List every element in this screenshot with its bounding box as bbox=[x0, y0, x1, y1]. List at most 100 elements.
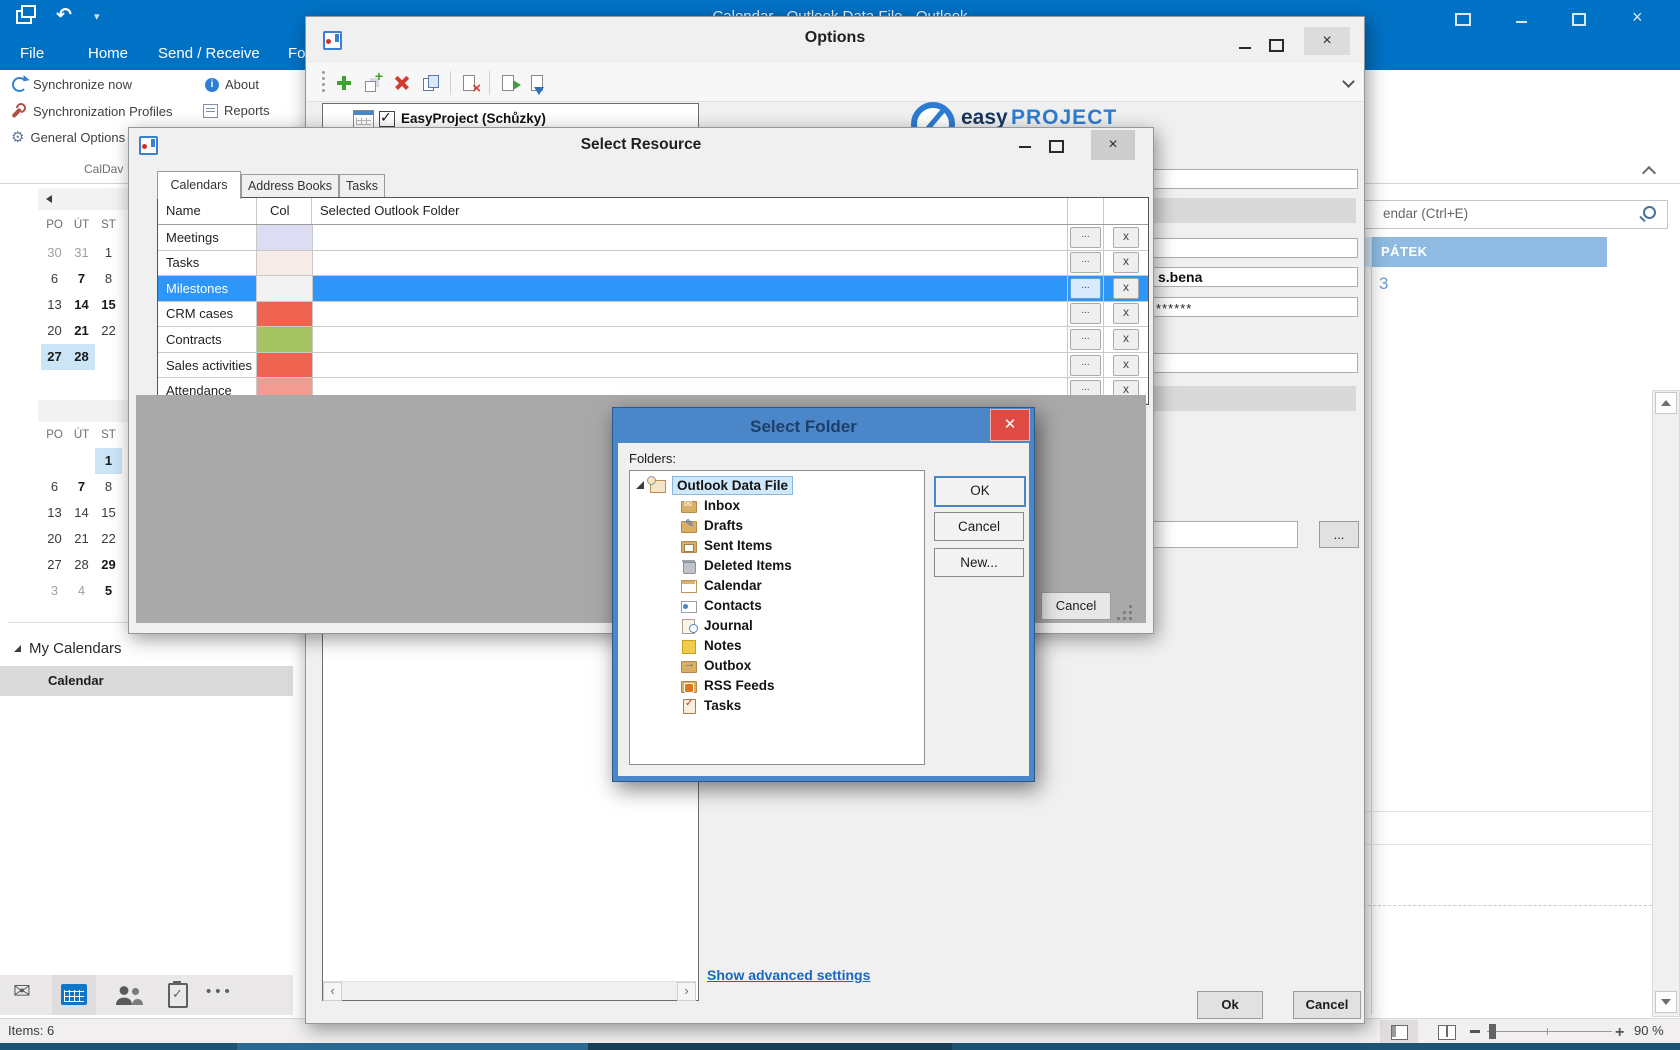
ok-button[interactable]: Ok bbox=[1197, 991, 1263, 1019]
calendar-scrollbar[interactable] bbox=[1652, 390, 1680, 1017]
resource-folder-cell[interactable] bbox=[313, 327, 1068, 352]
cancel-button[interactable]: Cancel bbox=[934, 512, 1024, 541]
calendar-day[interactable]: 21 bbox=[68, 318, 95, 344]
close-icon[interactable]: ✕ bbox=[990, 409, 1030, 441]
tree-item[interactable]: Contacts bbox=[630, 595, 924, 615]
calendar-day[interactable] bbox=[95, 344, 122, 370]
advanced-settings-link[interactable]: Show advanced settings bbox=[707, 967, 870, 983]
calendar-day[interactable]: 21 bbox=[68, 526, 95, 552]
zoom-out-icon[interactable] bbox=[1470, 1030, 1480, 1033]
calendar-day[interactable]: 8 bbox=[95, 474, 122, 500]
zoom-slider-track[interactable] bbox=[1487, 1031, 1612, 1032]
calendar-day[interactable]: 4 bbox=[68, 578, 95, 604]
calendar-day[interactable]: 28 bbox=[68, 552, 95, 578]
tree-item[interactable]: Tasks bbox=[630, 695, 924, 715]
scroll-left-button[interactable]: ‹ bbox=[323, 982, 342, 1001]
add-multiple-icon[interactable] bbox=[363, 73, 383, 93]
prev-month-icon[interactable] bbox=[46, 195, 52, 203]
calendar-day[interactable]: 7 bbox=[68, 266, 95, 292]
new-button[interactable]: New... bbox=[934, 548, 1024, 577]
browse-button[interactable]: ... bbox=[1070, 303, 1101, 324]
synchronize-now-button[interactable]: Synchronize now bbox=[12, 77, 132, 92]
tab-home[interactable]: Home bbox=[88, 37, 128, 70]
tree-item-root[interactable]: Outlook Data File bbox=[630, 475, 924, 495]
calendar-day[interactable]: 1 bbox=[95, 240, 122, 266]
scroll-right-button[interactable]: › bbox=[677, 982, 696, 1001]
tab-tasks[interactable]: Tasks bbox=[339, 174, 385, 199]
normal-view-tile[interactable] bbox=[1380, 1020, 1418, 1044]
resource-color-cell[interactable] bbox=[257, 251, 313, 276]
calendar-day[interactable]: 28 bbox=[68, 344, 95, 370]
tree-item[interactable]: Journal bbox=[630, 615, 924, 635]
about-button[interactable]: i About bbox=[205, 77, 259, 92]
resource-folder-cell[interactable] bbox=[313, 251, 1068, 276]
resource-row[interactable]: Tasks...x bbox=[158, 251, 1148, 277]
close-icon[interactable]: × bbox=[1304, 27, 1350, 55]
browse-button[interactable]: ... bbox=[1070, 355, 1101, 376]
calendar-day[interactable]: 27 bbox=[41, 552, 68, 578]
resource-color-cell[interactable] bbox=[257, 302, 313, 327]
calendar-day[interactable]: 6 bbox=[41, 266, 68, 292]
day-header[interactable]: PÁTEK bbox=[1372, 237, 1607, 267]
delete-icon[interactable] bbox=[392, 73, 412, 93]
calendar-day[interactable]: 31 bbox=[68, 240, 95, 266]
calendar-day[interactable]: 30 bbox=[41, 240, 68, 266]
mail-icon[interactable]: ✉ bbox=[13, 979, 31, 1004]
calendar-day[interactable]: 20 bbox=[41, 318, 68, 344]
resource-row[interactable]: Sales activities...x bbox=[158, 353, 1148, 379]
zoom-slider-handle[interactable] bbox=[1489, 1024, 1496, 1039]
minimize-icon[interactable] bbox=[1019, 146, 1031, 148]
cancel-button[interactable]: Cancel bbox=[1041, 592, 1111, 620]
resource-color-cell[interactable] bbox=[257, 276, 313, 301]
resource-color-cell[interactable] bbox=[257, 353, 313, 378]
column-folder[interactable]: Selected Outlook Folder bbox=[312, 198, 1068, 224]
general-options-button[interactable]: ⚙ General Options bbox=[11, 130, 125, 145]
tree-item[interactable]: Sent Items bbox=[630, 535, 924, 555]
tree-item[interactable]: Drafts bbox=[630, 515, 924, 535]
synchronization-profiles-button[interactable]: Synchronization Profiles bbox=[11, 103, 172, 119]
calendar-day[interactable]: 14 bbox=[68, 292, 95, 318]
add-icon[interactable] bbox=[334, 73, 354, 93]
resource-folder-cell[interactable] bbox=[313, 225, 1068, 250]
expander-icon[interactable] bbox=[636, 481, 644, 489]
remove-button[interactable]: x bbox=[1113, 303, 1139, 324]
calendar-day[interactable]: 5 bbox=[95, 578, 122, 604]
maximize-icon[interactable] bbox=[1049, 140, 1064, 153]
calendar-nav-active[interactable] bbox=[52, 975, 96, 1015]
my-calendars-header[interactable]: My Calendars bbox=[14, 640, 122, 657]
calendar-day[interactable] bbox=[41, 448, 68, 474]
tree-item[interactable]: Notes bbox=[630, 635, 924, 655]
people-icon[interactable] bbox=[114, 985, 144, 1006]
calendar-day[interactable]: 8 bbox=[95, 266, 122, 292]
resource-folder-cell[interactable] bbox=[313, 276, 1068, 301]
ok-button[interactable]: OK bbox=[934, 476, 1026, 507]
browse-button[interactable]: ... bbox=[1070, 278, 1101, 299]
tree-item[interactable]: Inbox bbox=[630, 495, 924, 515]
profiles-hscrollbar[interactable]: ‹ › bbox=[323, 981, 696, 1000]
tree-item[interactable]: Calendar bbox=[630, 575, 924, 595]
delete-list-icon[interactable] bbox=[460, 73, 480, 93]
calendar-day[interactable]: 22 bbox=[95, 318, 122, 344]
tasks-icon[interactable] bbox=[168, 983, 188, 1008]
minimize-icon[interactable] bbox=[1239, 47, 1251, 49]
resource-folder-cell[interactable] bbox=[313, 353, 1068, 378]
ribbon-display-icon[interactable] bbox=[1455, 13, 1471, 26]
remove-button[interactable]: x bbox=[1113, 252, 1139, 273]
tab-calendars[interactable]: Calendars bbox=[157, 171, 241, 199]
close-icon[interactable]: × bbox=[1632, 8, 1643, 26]
scroll-up-button[interactable] bbox=[1655, 392, 1677, 414]
browse-button[interactable]: ... bbox=[1319, 521, 1359, 548]
copy-icon[interactable] bbox=[421, 73, 441, 93]
calendar-day[interactable]: 15 bbox=[95, 292, 122, 318]
calendar-day[interactable]: 13 bbox=[41, 292, 68, 318]
resource-color-cell[interactable] bbox=[257, 327, 313, 352]
tree-item[interactable]: Outbox bbox=[630, 655, 924, 675]
calendar-day[interactable]: 22 bbox=[95, 526, 122, 552]
reports-button[interactable]: Reports bbox=[203, 103, 270, 118]
resource-folder-cell[interactable] bbox=[313, 302, 1068, 327]
browse-button[interactable]: ... bbox=[1070, 252, 1101, 273]
cancel-button[interactable]: Cancel bbox=[1293, 991, 1361, 1019]
browse-button[interactable]: ... bbox=[1070, 329, 1101, 350]
remove-button[interactable]: x bbox=[1113, 329, 1139, 350]
tab-address-books[interactable]: Address Books bbox=[241, 174, 339, 199]
